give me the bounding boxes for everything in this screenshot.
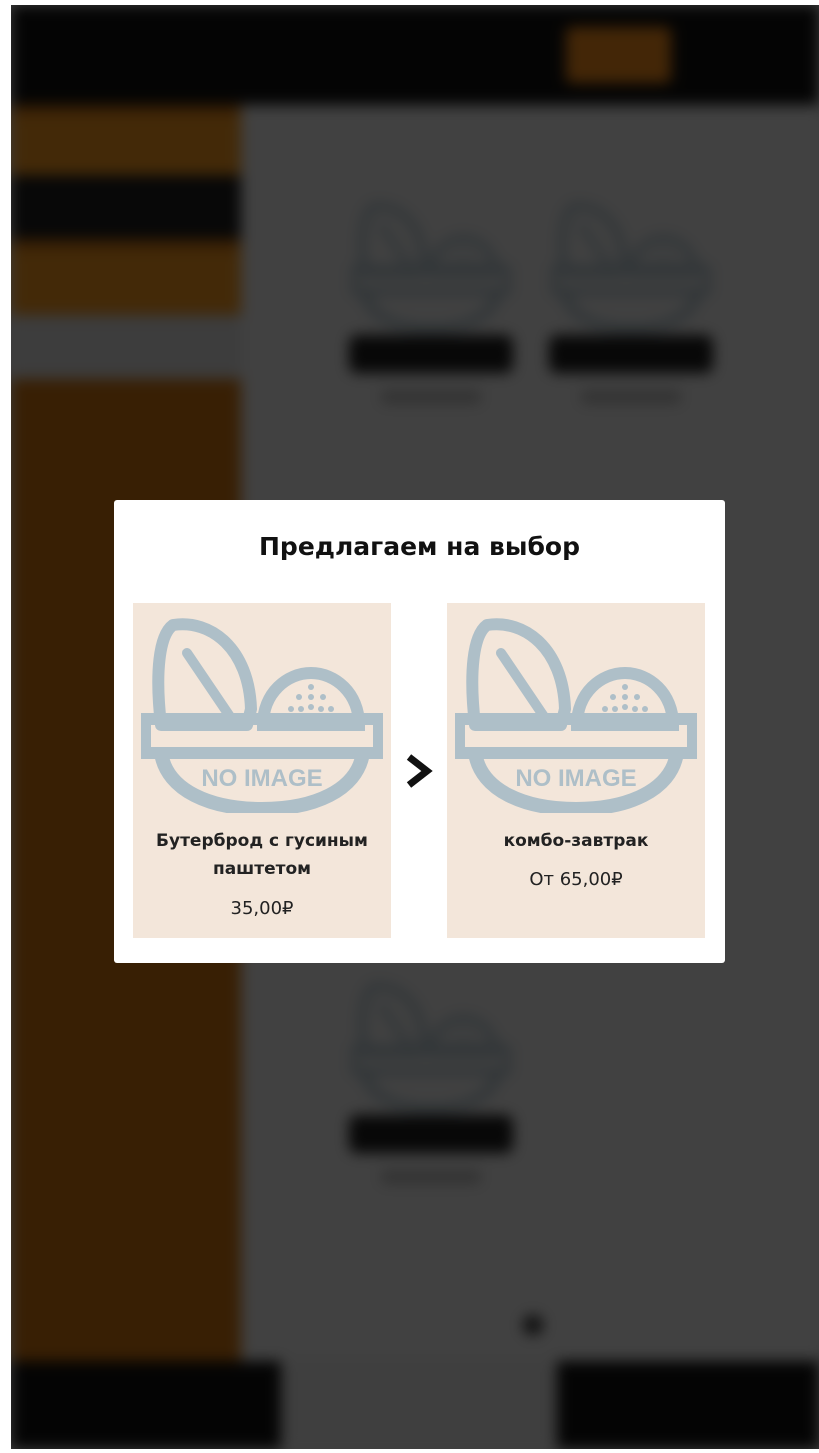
no-image-label: NO IMAGE [515, 765, 636, 792]
no-image-bowl-icon: NO IMAGE [141, 613, 383, 813]
choice-option-name: комбо-завтрак [503, 831, 649, 851]
no-image-label: NO IMAGE [201, 765, 322, 792]
chevron-right-icon [406, 754, 433, 788]
choice-option-name: Бутерброд с гусиным паштетом [156, 831, 368, 879]
choice-option-combo[interactable]: NO IMAGE комбо-завтрак От 65,00₽ [447, 603, 705, 938]
choice-option-sandwich[interactable]: NO IMAGE Бутерброд с гусиным паштетом 35… [133, 603, 391, 938]
choice-option-price: От 65,00₽ [529, 869, 623, 890]
choice-option-price: 35,00₽ [230, 898, 294, 919]
choice-modal: Предлагаем на выбор NO IMAGE Бутерброд с… [114, 500, 725, 963]
modal-title: Предлагаем на выбор [259, 532, 580, 561]
no-image-bowl-icon: NO IMAGE [455, 613, 697, 813]
